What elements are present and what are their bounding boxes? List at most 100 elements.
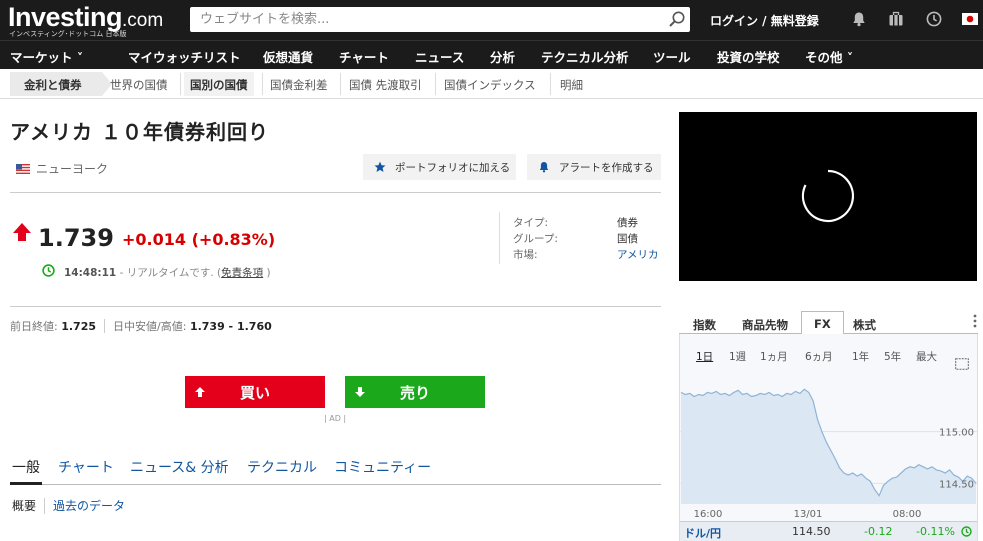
chart-y-tick-label: 114.50 [939,479,974,490]
price-stats: 前日終値: 1.725 日中安値/高値: 1.739 - 1.760 [10,318,272,334]
subtab-overview[interactable]: 概要 [12,499,36,513]
range-1d[interactable]: 1日 [696,349,713,364]
info-separator [499,212,500,264]
price-change-percent: (+0.83%) [191,230,276,249]
widget-tab-commodities[interactable]: 商品先物 [742,317,788,333]
nav-more[interactable]: その他 ˅ [805,47,853,66]
investing-logo[interactable]: Investing.com インベスティング･ドットコム 日本版 [8,2,164,38]
add-to-portfolio-button[interactable]: ポートフォリオに加える [363,154,516,180]
clock-icon[interactable] [926,11,942,27]
arrow-down-icon [355,387,365,397]
ad-label: | AD | [324,414,347,423]
japan-flag-icon[interactable] [962,13,978,25]
widget-body: 1日 1週 1ヵ月 6ヵ月 1年 5年 最大 115.00 114.50 16:00… [679,334,978,541]
nav-education[interactable]: 投資の学校 [717,47,780,66]
more-options-icon[interactable] [973,314,977,328]
briefcase-icon[interactable] [888,11,904,27]
range-1y[interactable]: 1年 [852,349,869,364]
tab-chart[interactable]: チャート [58,457,114,477]
exchange-name: ニューヨーク [36,162,109,176]
tabs-divider [10,484,661,485]
day-range-value: 1.739 - 1.760 [189,320,272,333]
logo-dotcom: .com [122,10,164,31]
search-input[interactable] [190,7,650,32]
buy-button[interactable]: 買い [185,376,325,408]
subnav-details[interactable]: 明細 [560,77,583,93]
nav-technical[interactable]: テクニカル分析 [541,47,629,66]
chart-y-tick-label: 115.00 [939,428,974,439]
create-alert-label: アラートを作成する [559,162,654,174]
subnav-separator [180,73,181,95]
tab-technical[interactable]: テクニカル [247,457,317,477]
search-icon[interactable] [668,10,686,28]
group-value: 国債 [617,233,638,245]
range-1m[interactable]: 1ヵ月 [760,349,788,364]
market-label: 市場: [513,249,538,261]
subnav-rates-bonds[interactable]: 金利と債券 [10,72,112,96]
pair-change-percent: -0.11% [916,525,955,538]
create-alert-button[interactable]: アラートを作成する [527,154,661,180]
subnav-separator [550,73,551,95]
pair-change: -0.12 [864,525,893,538]
loading-spinner-icon [801,169,854,223]
subnav-separator [262,73,263,95]
subnav-bond-spreads[interactable]: 国債金利差 [270,77,328,93]
nav-charts[interactable]: チャート [339,47,389,66]
top-bar: Investing.com インベスティング･ドットコム 日本版 ログイン / … [0,0,983,40]
subnav-separator [435,73,436,95]
widget-tab-indices[interactable]: 指数 [693,317,716,333]
nav-markets[interactable]: マーケット ˅ [10,47,83,66]
sell-button[interactable]: 売り [345,376,485,408]
nav-analysis[interactable]: 分析 [490,47,515,66]
nav-tools[interactable]: ツール [653,47,691,66]
realtime-close: ) [263,267,271,279]
subtab-historical-data[interactable]: 過去のデータ [53,499,125,513]
pair-row[interactable]: ドル/円 114.50 -0.12 -0.11% [680,521,977,541]
group-label: グループ: [513,233,558,245]
bell-icon [539,162,549,173]
usdjpy-chart[interactable]: 115.00 114.50 16:00 13/01 08:00 [680,380,977,520]
divider [10,192,661,193]
price-change: +0.014 (+0.83%) [122,230,275,249]
active-tab-indicator [10,482,42,485]
tab-community[interactable]: コミュニティー [334,457,431,477]
nav-news[interactable]: ニュース [415,47,464,66]
expand-icon[interactable] [955,358,969,370]
widget-tab-stocks[interactable]: 株式 [853,317,876,333]
nav-watchlist[interactable]: マイウォッチリスト [128,47,241,66]
price-change-value: +0.014 [122,230,187,249]
subnav-bond-indices[interactable]: 国債インデックス [444,77,536,93]
tab-general[interactable]: 一般 [12,457,40,477]
pair-price: 114.50 [792,525,831,538]
range-max[interactable]: 最大 [916,349,937,364]
divider [10,306,661,307]
clock-icon [961,526,972,537]
video-player[interactable] [679,112,977,281]
subnav-country-bonds[interactable]: 国別の国債 [184,72,254,96]
subnav-bond-futures[interactable]: 国債 先渡取引 [349,77,422,93]
nav-crypto[interactable]: 仮想通貨 [263,47,313,66]
range-6m[interactable]: 6ヵ月 [805,349,833,364]
login-link[interactable]: ログイン / 無料登録 [710,12,819,29]
arrow-up-icon [195,387,205,397]
subnav-world-bonds[interactable]: 世界の国債 [110,77,168,93]
realtime-text: - リアルタイムです. ( [116,267,222,279]
market-value-link[interactable]: アメリカ [617,247,658,262]
chart-x-tick-label: 08:00 [893,509,922,520]
widget-tab-fx[interactable]: FX [801,311,844,335]
range-1w[interactable]: 1週 [729,349,746,364]
type-value: 債券 [617,217,638,229]
subnav-separator [340,73,341,95]
sub-nav: 金利と債券 世界の国債 国別の国債 国債金利差 国債 先渡取引 国債インデックス… [0,69,983,99]
type-label: タイプ: [513,217,549,229]
pair-name[interactable]: ドル/円 [684,525,721,541]
day-range-label: 日中安値/高値: [113,320,187,333]
disclaimer-link[interactable]: 免責条項 [221,267,263,279]
tab-news-analysis[interactable]: ニュース& 分析 [130,457,229,477]
exchange-label: ニューヨーク [16,160,108,177]
last-price: 1.739 [38,224,114,252]
logo-main: Investing [8,2,123,32]
range-5y[interactable]: 5年 [884,349,901,364]
bell-icon[interactable] [851,11,867,27]
search-box [190,7,690,32]
